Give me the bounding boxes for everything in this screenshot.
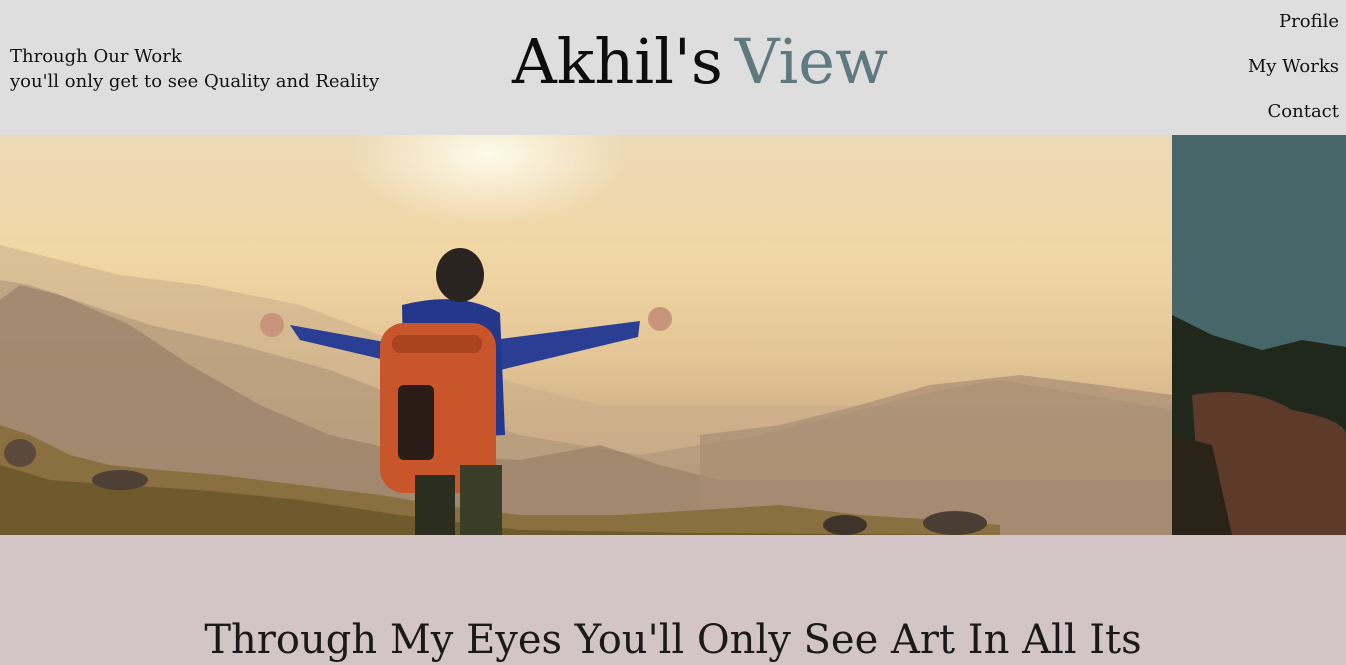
nav-my-works-link[interactable]: My Works — [1248, 56, 1339, 77]
tagline-line-2: you'll only get to see Quality and Reali… — [10, 71, 380, 92]
intro-section: Through My Eyes You'll Only See Art In A… — [0, 535, 1346, 663]
tagline: Through Our Work you'll only get to see … — [10, 44, 379, 94]
hero-slide-coast-image — [1172, 135, 1346, 535]
site-header: Through Our Work you'll only get to see … — [0, 0, 1346, 135]
nav-profile-link[interactable]: Profile — [1279, 11, 1339, 32]
hiker-on-mountain-illustration — [0, 245, 1172, 535]
section-heading: Through My Eyes You'll Only See Art In A… — [204, 617, 1142, 663]
hero-slide-hiker-image — [0, 135, 1172, 535]
tagline-line-1: Through Our Work — [10, 46, 182, 67]
coastline-illustration — [1172, 135, 1346, 535]
nav-contact-link[interactable]: Contact — [1268, 101, 1339, 122]
brand-name: Akhil's — [512, 25, 723, 98]
site-logo[interactable]: Akhil's View — [512, 22, 888, 102]
hero-slider[interactable] — [0, 135, 1346, 535]
brand-accent: View — [734, 25, 889, 98]
